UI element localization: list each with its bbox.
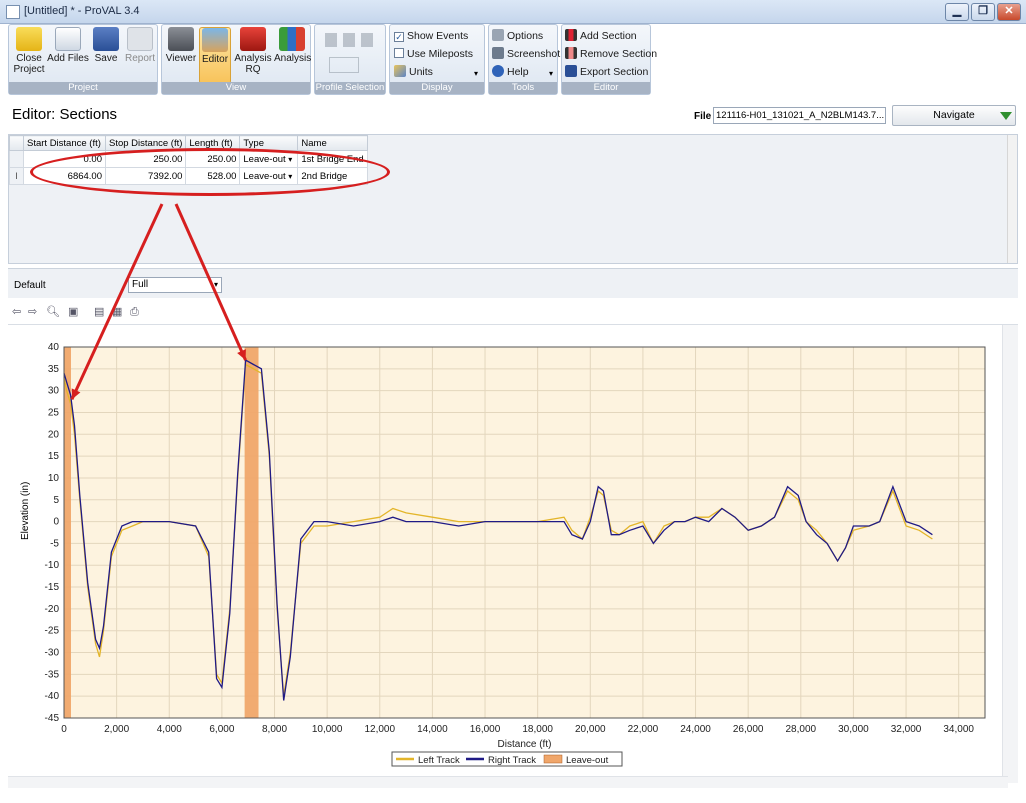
elevation-chart: 40 35 30 25 20 15 10 5 0 -5 -10 -15 -20 -25 -30 -35 -40 -…	[45, 203, 986, 767]
y-tick-label: -25	[45, 626, 60, 637]
x-tick-label: 12,000	[364, 724, 395, 735]
y-tick-label: -10	[45, 560, 60, 571]
y-tick-label: 20	[48, 429, 60, 440]
y-tick-label: 0	[53, 517, 59, 528]
y-tick-label: 40	[48, 342, 60, 353]
y-tick-label: -5	[50, 538, 59, 549]
x-tick-label: 8,000	[262, 724, 287, 735]
plot-layer: 40 35 30 25 20 15 10 5 0 -5 -10 -15 -20 -25 -30 -35 -40 -…	[45, 203, 986, 767]
x-tick-label: 2,000	[104, 724, 129, 735]
plot-area	[63, 346, 986, 719]
x-axis-title: Distance (ft)	[498, 739, 552, 750]
x-tick-label: 0	[61, 724, 67, 735]
legend-left-track-label: Left Track	[418, 755, 460, 766]
x-tick-label: 26,000	[733, 724, 764, 735]
annotation-arrow-2	[174, 203, 247, 361]
y-axis-title: Elevation (in)	[20, 481, 31, 540]
y-tick-label: -40	[45, 691, 60, 702]
x-tick-label: 6,000	[209, 724, 234, 735]
x-tick-label: 22,000	[628, 724, 659, 735]
x-tick-label: 32,000	[891, 724, 922, 735]
x-tick-label: 16,000	[470, 724, 501, 735]
y-tick-label: -45	[45, 713, 60, 724]
x-tick-label: 18,000	[522, 724, 553, 735]
x-tick-label: 24,000	[680, 724, 711, 735]
y-tick-label: -30	[45, 648, 60, 659]
x-tick-label: 14,000	[417, 724, 448, 735]
y-tick-label: -15	[45, 582, 60, 593]
legend-leave-out-swatch	[543, 754, 563, 764]
y-tick-label: 35	[48, 364, 60, 375]
x-tick-label: 4,000	[157, 724, 182, 735]
y-tick-label: 10	[48, 473, 60, 484]
x-tick-label: 20,000	[575, 724, 606, 735]
y-tick-label: -20	[45, 604, 60, 615]
legend-leave-out-label: Leave-out	[566, 755, 609, 766]
y-tick-label: 15	[48, 451, 60, 462]
legend-right-track-label: Right Track	[488, 755, 536, 766]
x-tick-label: 10,000	[312, 724, 343, 735]
y-tick-label: 5	[53, 495, 59, 506]
y-tick-label: -35	[45, 669, 60, 680]
leave-out-region	[244, 347, 259, 718]
x-tick-label: 30,000	[838, 724, 869, 735]
y-tick-label: 30	[48, 386, 60, 397]
x-tick-label: 28,000	[786, 724, 817, 735]
x-tick-label: 34,000	[943, 724, 974, 735]
y-tick-label: 25	[48, 407, 60, 418]
